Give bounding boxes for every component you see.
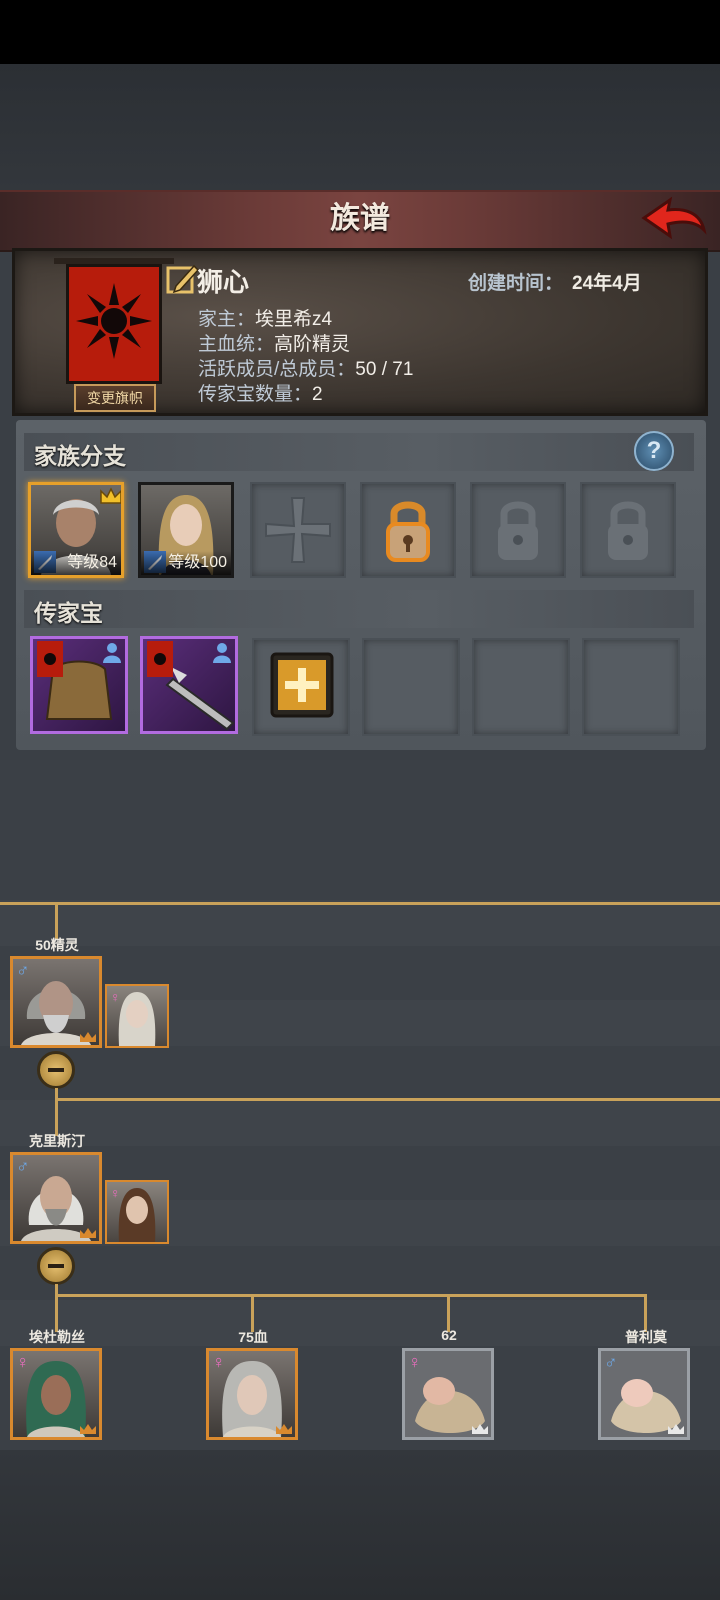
page-title: 族谱 (330, 202, 390, 235)
member-name-gen1: 50精灵 (35, 937, 79, 953)
heirloom-slot-4[interactable] (362, 638, 460, 736)
child-portrait-3[interactable]: ♀ (402, 1348, 494, 1440)
family-head-label: 家主： (198, 309, 256, 330)
created-time-label: 创建时间： (468, 273, 564, 294)
branch-slot-5[interactable] (470, 482, 566, 578)
heirloom-slot-2[interactable] (140, 636, 238, 734)
lock-icon (608, 501, 648, 560)
female-gender-icon: ♀ (110, 989, 121, 1005)
member-name-gen2: 克里斯汀 (29, 1133, 85, 1149)
heirloom-add-slot[interactable] (252, 638, 350, 736)
help-button[interactable]: ? (634, 431, 674, 471)
bottom-area (0, 1450, 720, 1600)
members-label: 活跃成员/总成员： (198, 359, 356, 380)
cross-emblem-icon (265, 497, 331, 563)
collapse-gen2-button[interactable] (37, 1247, 75, 1285)
family-banner[interactable] (66, 264, 162, 384)
mini-crown-icon (80, 1424, 96, 1434)
heirloom-slot-1[interactable] (30, 636, 128, 734)
branch-level-2: 等级100 (141, 551, 231, 575)
mini-crown-icon (80, 1228, 96, 1238)
branch-slot-6[interactable] (580, 482, 676, 578)
tree-line (55, 1284, 58, 1332)
tree-line (55, 1294, 647, 1297)
add-plus-icon (270, 652, 334, 718)
child-name-3: 62 (441, 1327, 457, 1343)
created-time-value: 24年4月 (572, 273, 642, 294)
tree-line (55, 1088, 58, 1136)
family-name: 狮心 (197, 267, 250, 297)
bloodline-row: 主血统：高阶精灵 (198, 329, 350, 356)
edit-name-icon[interactable] (166, 262, 200, 296)
unlockable-lock-icon (386, 501, 430, 562)
back-arrow-icon[interactable] (640, 196, 708, 242)
collapse-gen1-button[interactable] (37, 1051, 75, 1089)
heirloom-count-value: 2 (312, 384, 323, 405)
leader-crown-icon (100, 487, 121, 504)
branch-slot-2[interactable]: 等级100 (138, 482, 234, 578)
sun-emblem-icon (76, 283, 152, 359)
female-gender-icon: ♀ (212, 1352, 226, 1372)
family-head-row: 家主：埃里希z4 (198, 304, 332, 331)
child-name-4: 普利莫 (625, 1329, 667, 1345)
bloodline-value: 高阶精灵 (274, 334, 351, 355)
status-strip (0, 0, 720, 64)
branch-level-1: 等级84 (31, 551, 121, 575)
family-head-value: 埃里希z4 (255, 309, 333, 330)
heirloom-slot-5[interactable] (472, 638, 570, 736)
member-portrait-gen1[interactable]: ♂ (10, 956, 102, 1048)
change-banner-button[interactable]: 变更旗帜 (74, 384, 156, 412)
male-gender-icon: ♂ (16, 960, 30, 980)
heirloom-slot-6[interactable] (582, 638, 680, 736)
spouse-portrait-gen1[interactable]: ♀ (105, 984, 169, 1048)
male-gender-icon: ♂ (16, 1156, 30, 1176)
members-row: 活跃成员/总成员：50 / 71 (198, 354, 413, 381)
child-name-2: 75血 (238, 1329, 268, 1345)
heirloom-count-label: 传家宝数量： (198, 384, 313, 405)
branch-slot-3[interactable] (250, 482, 346, 578)
heirloom-header-bar (24, 590, 694, 628)
heirloom-count-row: 传家宝数量：2 (198, 379, 323, 406)
mini-crown-icon (276, 1424, 292, 1434)
bloodline-label: 主血统： (198, 334, 275, 355)
branches-title: 家族分支 (34, 443, 126, 469)
member-portrait-gen2[interactable]: ♂ (10, 1152, 102, 1244)
mini-crown-icon (80, 1032, 96, 1042)
female-gender-icon: ♀ (408, 1352, 422, 1372)
owner-person-icon (103, 643, 121, 663)
tree-line (55, 1098, 720, 1101)
child-portrait-4[interactable]: ♂ (598, 1348, 690, 1440)
female-gender-icon: ♀ (16, 1352, 30, 1372)
owner-person-icon (213, 643, 231, 663)
backdrop (0, 64, 720, 190)
branch-slot-4[interactable] (360, 482, 456, 578)
mini-crown-icon (472, 1424, 488, 1434)
lock-icon (498, 501, 538, 560)
branch-slot-1[interactable]: 等级84 (28, 482, 124, 578)
members-value: 50 / 71 (355, 359, 414, 380)
mini-crown-icon (668, 1424, 684, 1434)
child-name-1: 埃杜勒丝 (29, 1329, 85, 1345)
spouse-portrait-gen2[interactable]: ♀ (105, 1180, 169, 1244)
female-gender-icon: ♀ (110, 1185, 121, 1201)
child-portrait-1[interactable]: ♀ (10, 1348, 102, 1440)
tree-line (0, 902, 720, 905)
heirloom-title: 传家宝 (34, 600, 103, 626)
child-portrait-2[interactable]: ♀ (206, 1348, 298, 1440)
male-gender-icon: ♂ (604, 1352, 618, 1372)
